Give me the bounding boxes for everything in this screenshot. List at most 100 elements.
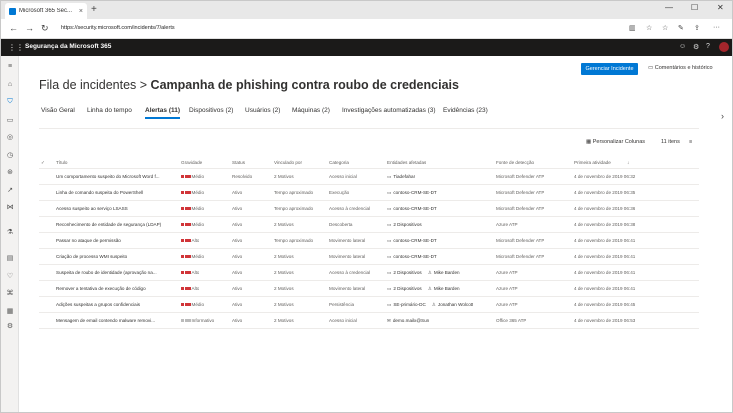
alert-title[interactable]: Remover a tentativa de execução de códig… [56,281,174,297]
manage-incident-button[interactable]: Gerenciar Incidente [581,63,638,75]
column-impacted-entities[interactable]: Entidades afetadas [387,157,426,169]
entity-user[interactable]: Jonathan Wolcott [438,302,473,307]
column-category[interactable]: Categoria [329,157,349,169]
entity-user[interactable]: Mike Barden [434,286,460,291]
reading-view-icon[interactable]: ▥ [629,24,636,32]
home-icon[interactable]: ⌂ [5,81,15,88]
tab-users[interactable]: Usuários (2) [245,107,280,114]
alert-title[interactable]: Acesso suspeito ao serviço LSASS [56,201,174,217]
devices-icon[interactable]: ▭ [5,116,15,124]
entity-device[interactable]: contoso-CRM-SE-DT [393,206,436,211]
column-status[interactable]: Status [232,157,245,169]
alert-title[interactable]: Adições suspeitas a grupos confidenciais [56,297,174,313]
table-row[interactable]: Adições suspeitas a grupos confidenciais… [39,297,699,313]
threat-icon[interactable]: ◎ [5,133,15,141]
table-row[interactable]: Suspeita de roubo de identidade (aprovaç… [39,265,699,281]
select-all-checkbox[interactable]: ✓ [41,157,45,169]
back-icon[interactable]: ← [9,23,18,33]
tab-alerts[interactable]: Alertas (11) [145,107,181,119]
linked-by-cell[interactable]: 2 Motivos [274,169,294,185]
column-first-activity[interactable]: Primeira atividade [574,157,611,169]
partners-icon[interactable]: ⋈ [5,203,15,211]
browser-tab[interactable]: Microsoft 365 Sec... × [5,3,87,19]
lab-icon[interactable]: ⚗ [5,228,15,236]
new-tab-button[interactable]: + [91,4,97,16]
health-icon[interactable]: ⌘ [5,289,15,297]
linked-by-cell[interactable]: 2 Motivos [274,313,294,329]
share-icon[interactable]: ⇪ [694,24,700,32]
customize-columns-button[interactable]: ▦ Personalizar Colunas [586,139,645,145]
entity-device[interactable]: SE-primário-DC [393,302,425,307]
table-row[interactable]: Um comportamento suspeito do Microsoft W… [39,169,699,185]
table-row[interactable]: Linha de comando suspeita do PowerShell … [39,185,699,201]
shield-icon[interactable]: ⛉ [5,98,15,106]
forward-icon[interactable]: → [25,23,34,33]
alert-title[interactable]: Passar no ataque de permissão [56,233,174,249]
table-row[interactable]: Reconhecimento de entidade de segurança … [39,217,699,233]
menu-icon[interactable]: ≡ [5,63,15,70]
actions-icon[interactable]: ⊛ [5,168,15,176]
refresh-icon[interactable]: ↻ [41,23,49,34]
table-row[interactable]: Mensagem de email contendo malware remov… [39,313,699,329]
entity-device[interactable]: demo.mailx@Sun [393,318,429,323]
minimize-icon[interactable]: — [665,3,673,12]
column-linked-by[interactable]: Vinculado por [274,157,302,169]
column-title[interactable]: Título [56,157,68,169]
pen-icon[interactable]: ✎ [678,24,684,32]
entity-device[interactable]: 2 Dispositivos [393,270,421,275]
sort-descending-icon[interactable]: ↓ [627,157,629,169]
entity-device[interactable]: contoso-CRM-SE-DT [393,238,436,243]
table-row[interactable]: Remover a tentativa de execução de códig… [39,281,699,297]
alert-title[interactable]: Mensagem de email contendo malware remov… [56,313,174,329]
entity-device[interactable]: contoso-CRM-SE-DT [393,254,436,259]
tab-evidence[interactable]: Evidências (23) [443,107,488,114]
favorites-icon[interactable]: ☆ [662,24,668,32]
hunting-icon[interactable]: ◷ [5,151,15,159]
linked-by-cell[interactable]: Tempo aproximado [274,233,313,249]
linked-by-cell[interactable]: 2 Motivos [274,281,294,297]
help-icon[interactable]: ? [706,43,710,50]
column-severity[interactable]: Gravidade [181,157,202,169]
comments-history-button[interactable]: ▭ Comentários e histórico [648,65,713,71]
alert-title[interactable]: Linha de comando suspeita do PowerShell [56,185,174,201]
tab-devices[interactable]: Dispositivos (2) [189,107,233,114]
linked-by-cell[interactable]: Tempo aproximado [274,201,313,217]
linked-by-cell[interactable]: Tempo aproximado [274,185,313,201]
entity-device[interactable]: 2 Dispositivos [393,286,421,291]
linked-by-cell[interactable]: 2 Motivos [274,297,294,313]
entity-user[interactable]: Mike Barden [434,270,460,275]
linked-by-cell[interactable]: 2 Motivos [274,249,294,265]
table-row[interactable]: Criação de processo WMI suspeito Médio A… [39,249,699,265]
chevron-right-icon[interactable]: › [721,111,724,121]
alert-title[interactable]: Um comportamento suspeito do Microsoft W… [56,169,174,185]
table-row[interactable]: Passar no ataque de permissão Alto Ativo… [39,233,699,249]
tab-automated-investigations[interactable]: Investigações automatizadas (3) [342,107,436,114]
column-detection-source[interactable]: Fonte de detecção [496,157,534,169]
tab-overview[interactable]: Visão Geral [41,107,75,114]
app-launcher-icon[interactable]: ⋮⋮ [8,43,24,52]
config-icon[interactable]: ⚙ [5,322,15,330]
classification-icon[interactable]: ▦ [5,307,15,315]
tab-machines[interactable]: Máquinas (2) [292,107,330,114]
entity-device[interactable]: Tiadefahar [393,174,415,179]
list-options-icon[interactable]: ≡ [689,139,692,145]
close-tab-icon[interactable]: × [79,8,83,15]
permissions-icon[interactable]: ♡ [5,272,15,280]
close-window-icon[interactable]: ✕ [717,3,724,12]
avatar[interactable] [719,42,729,52]
app-name[interactable]: Segurança da Microsoft 365 [25,43,111,50]
tab-timeline[interactable]: Linha do tempo [87,107,132,114]
entity-device[interactable]: 2 Dispositivos [393,222,421,227]
entity-device[interactable]: contoso-CRM-SE-DT [393,190,436,195]
alert-title[interactable]: Criação de processo WMI suspeito [56,249,174,265]
maximize-icon[interactable]: ☐ [691,3,698,12]
favorite-star-icon[interactable]: ☆ [646,24,652,32]
smiley-icon[interactable]: ☺ [679,43,686,50]
table-row[interactable]: Acesso suspeito ao serviço LSASS Médio A… [39,201,699,217]
alert-title[interactable]: Reconhecimento de entidade de segurança … [56,217,174,233]
breadcrumb-queue[interactable]: Fila de incidentes > [39,78,147,92]
alert-title[interactable]: Suspeita de roubo de identidade (aprovaç… [56,265,174,281]
linked-by-cell[interactable]: 2 Motivos [274,265,294,281]
reports-icon[interactable]: ↗ [5,186,15,194]
audit-icon[interactable]: ▤ [5,254,15,262]
